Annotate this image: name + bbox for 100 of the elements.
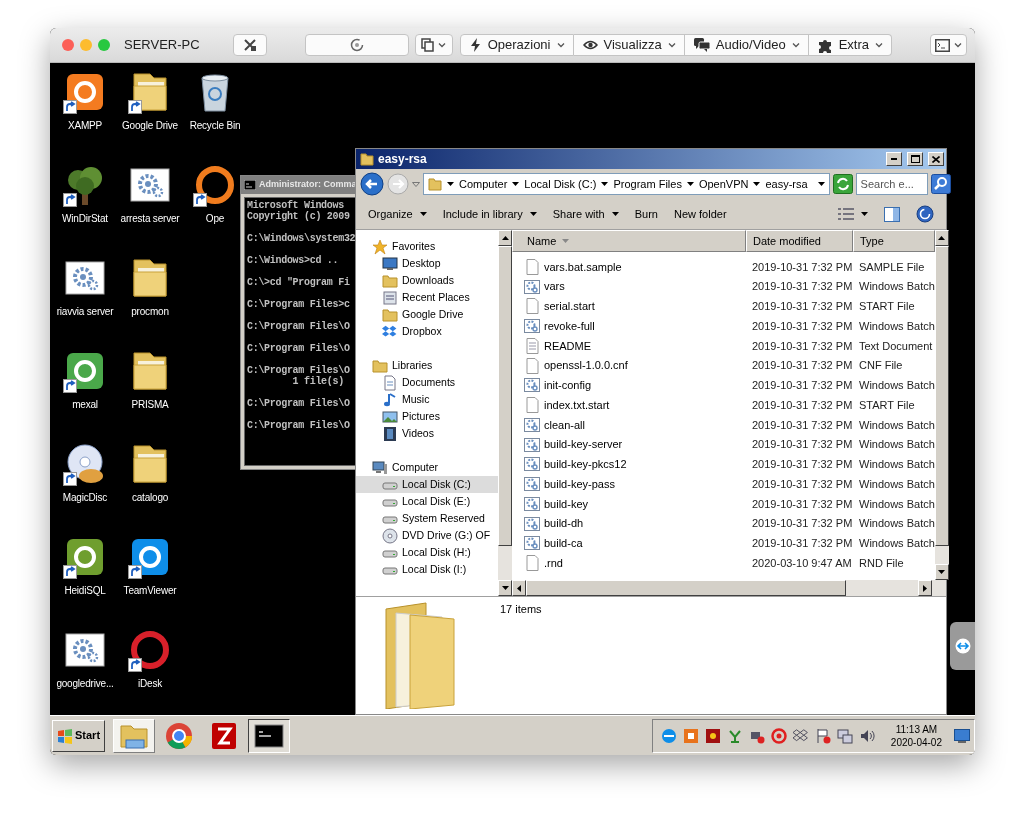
tray-icon[interactable]: [682, 727, 699, 744]
terminal-button[interactable]: [930, 34, 967, 56]
nav-item[interactable]: Pictures: [356, 408, 498, 425]
file-name[interactable]: openssl-1.0.0.cnf: [544, 357, 628, 374]
desktop-icon-label[interactable]: TeamViewer: [123, 583, 177, 598]
back-button[interactable]: [360, 172, 384, 196]
ring-icon[interactable]: [128, 628, 172, 672]
nav-item[interactable]: Google Drive: [356, 306, 498, 323]
breadcrumb-link[interactable]: Local Disk (C:): [524, 175, 597, 193]
file-name[interactable]: build-key: [544, 495, 589, 513]
nav-item[interactable]: Recent Places: [356, 289, 498, 306]
nav-item[interactable]: Computer: [356, 459, 498, 476]
desktop-icon-label[interactable]: arresta server: [120, 211, 180, 226]
search-field[interactable]: Search e...: [855, 173, 928, 195]
nav-item[interactable]: Dropbox: [356, 323, 498, 340]
horizontal-scrollbar[interactable]: [512, 580, 946, 596]
file-name[interactable]: index.txt.start: [544, 396, 610, 414]
taskbar-button[interactable]: [248, 718, 291, 753]
file-name[interactable]: serial.start: [544, 298, 595, 315]
menu-button[interactable]: Visualizza: [573, 34, 685, 56]
minimize-button[interactable]: [886, 152, 902, 166]
clipboard-button[interactable]: [414, 34, 453, 56]
scroll-down-button[interactable]: [498, 580, 512, 596]
toolbar-button[interactable]: New folder: [667, 203, 733, 225]
nav-item[interactable]: Local Disk (H:): [356, 544, 498, 561]
tray-icon[interactable]: [792, 727, 809, 744]
desktop-icon-label[interactable]: riavvia server: [56, 304, 114, 319]
menu-button[interactable]: Audio/Video: [684, 34, 809, 56]
breadcrumb-link[interactable]: easy-rsa: [765, 175, 808, 193]
column-header[interactable]: Type: [853, 230, 935, 252]
desktop-icon-label[interactable]: googledrive...: [56, 676, 114, 691]
scrollbar-thumb[interactable]: [498, 246, 512, 546]
ring-icon[interactable]: [193, 163, 237, 207]
menu-button[interactable]: Operazioni: [459, 34, 574, 56]
desktop-icon-label[interactable]: Google Drive: [122, 118, 178, 133]
start-button[interactable]: Start: [52, 719, 106, 752]
nav-item[interactable]: Local Disk (E:): [356, 493, 498, 510]
file-name[interactable]: build-dh: [544, 515, 584, 532]
nav-item[interactable]: Favorites: [356, 238, 498, 255]
desktop-icon-label[interactable]: XAMPP: [68, 118, 102, 133]
column-header[interactable]: Date modified: [746, 230, 853, 252]
disconnect-button[interactable]: [232, 34, 267, 56]
file-name[interactable]: build-ca: [544, 535, 583, 552]
menu-button[interactable]: Extra: [808, 34, 892, 56]
scroll-left-button[interactable]: [512, 580, 526, 596]
desktop-icon-label[interactable]: Ope: [205, 211, 225, 226]
refresh-button[interactable]: [832, 174, 853, 194]
file-name[interactable]: build-key-pass: [544, 475, 615, 493]
nav-item[interactable]: Libraries: [356, 357, 498, 374]
breadcrumb-link[interactable]: Computer: [459, 175, 508, 193]
desktop-icon-label[interactable]: catalogo: [131, 490, 169, 505]
nav-item[interactable]: System Reserved: [356, 510, 498, 527]
show-desktop-icon[interactable]: [954, 728, 970, 743]
file-name[interactable]: revoke-full: [544, 317, 595, 335]
tray-icon[interactable]: [814, 727, 831, 744]
scrollbar-thumb[interactable]: [526, 580, 846, 596]
nav-item[interactable]: Videos: [356, 425, 498, 442]
close-button[interactable]: [928, 152, 944, 166]
desktop-icon-label[interactable]: mexal: [72, 397, 98, 412]
file-name[interactable]: vars.bat.sample: [544, 258, 622, 276]
desktop-icon-label[interactable]: PRISMA: [131, 397, 169, 412]
toolbar-button[interactable]: Organize: [362, 203, 433, 225]
tray-icon[interactable]: [660, 727, 677, 744]
desktop-icon-label[interactable]: iDesk: [138, 676, 162, 691]
file-name[interactable]: build-key-pkcs12: [544, 456, 627, 473]
vertical-scrollbar[interactable]: [498, 230, 512, 596]
nav-item[interactable]: Downloads: [356, 272, 498, 289]
nav-item[interactable]: Music: [356, 391, 498, 408]
search-button[interactable]: [930, 174, 951, 194]
maximize-button[interactable]: [907, 152, 923, 166]
nav-item[interactable]: Documents: [356, 374, 498, 391]
scroll-down-button[interactable]: [934, 564, 949, 580]
toolbar-button[interactable]: Share with: [546, 203, 625, 225]
scroll-right-button[interactable]: [918, 580, 932, 596]
file-name[interactable]: vars: [544, 278, 565, 295]
breadcrumb-link[interactable]: OpenVPN: [698, 175, 749, 193]
desktop-icon-label[interactable]: HeidiSQL: [64, 583, 106, 598]
toolbar-button[interactable]: Burn: [628, 203, 664, 225]
desktop-icon-label[interactable]: MagicDisc: [62, 490, 108, 505]
breadcrumb-link[interactable]: Program Files: [613, 175, 682, 193]
file-name[interactable]: init-config: [544, 377, 592, 394]
file-name[interactable]: build-key-server: [544, 436, 623, 453]
tray-icon[interactable]: [704, 727, 721, 744]
nav-item[interactable]: Local Disk (I:): [356, 561, 498, 578]
nav-item[interactable]: DVD Drive (G:) OF: [356, 527, 498, 544]
file-name[interactable]: .rnd: [544, 554, 563, 572]
side-panel-tab[interactable]: [950, 622, 975, 670]
file-name[interactable]: clean-all: [544, 416, 585, 434]
desktop-icon-label[interactable]: procmon: [131, 304, 169, 319]
nav-item[interactable]: Local Disk (C:): [356, 476, 498, 493]
tray-icon[interactable]: [770, 727, 787, 744]
toolbar-button[interactable]: Include in library: [436, 203, 543, 225]
file-name[interactable]: README: [544, 337, 592, 355]
column-header[interactable]: Name: [512, 230, 746, 252]
desktop-icon-label[interactable]: Recycle Bin: [189, 118, 241, 133]
address-bar[interactable]: Computer Local Disk (C:) Program Files OpenVPN easy-rsa: [423, 173, 830, 195]
desktop-icon-label[interactable]: WinDirStat: [62, 211, 108, 226]
nav-item[interactable]: Desktop: [356, 255, 498, 272]
tray-icon[interactable]: [836, 727, 853, 744]
scroll-up-button[interactable]: [498, 230, 512, 246]
